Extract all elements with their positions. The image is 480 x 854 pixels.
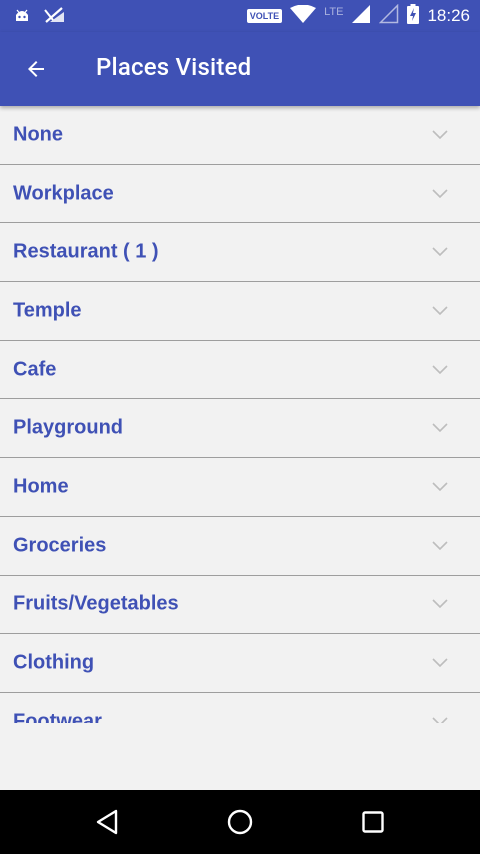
chevron-down-icon	[432, 541, 448, 550]
place-row-clothing[interactable]: Clothing	[0, 634, 480, 693]
chevron-down-icon	[432, 599, 448, 609]
place-row-playground[interactable]: Playground	[0, 399, 480, 459]
place-row-footwear[interactable]: Footwear	[0, 693, 480, 723]
place-row-workplace[interactable]: Workplace	[0, 165, 480, 224]
back-triangle-icon	[96, 809, 118, 835]
android-notification-icon	[14, 8, 30, 27]
place-label: None	[13, 123, 63, 146]
place-row-cafe[interactable]: Cafe	[0, 341, 480, 400]
chevron-down-icon	[432, 130, 448, 139]
chevron-down-icon	[432, 365, 448, 374]
recents-square-icon	[362, 811, 384, 833]
place-label: Groceries	[13, 534, 107, 557]
place-label: Clothing	[13, 651, 95, 674]
place-label: Playground	[13, 416, 124, 439]
place-label: Footwear	[13, 710, 102, 723]
chevron-down-icon	[432, 188, 448, 198]
place-row-none[interactable]: None	[0, 106, 480, 165]
place-label: Workplace	[13, 182, 114, 205]
wifi-icon	[290, 4, 317, 27]
cell-signal-empty-icon	[379, 3, 399, 28]
status-bar-left	[14, 6, 66, 28]
chevron-down-icon	[432, 247, 448, 257]
chevron-down-icon	[432, 482, 448, 492]
nav-recents-button[interactable]	[357, 806, 389, 838]
place-label: Temple	[13, 299, 82, 322]
chevron-down-icon	[432, 658, 448, 668]
chevron-down-icon	[432, 717, 448, 723]
status-bar: VOLTE LTE 18:26	[0, 0, 480, 32]
home-circle-icon	[227, 809, 253, 835]
status-bar-right: VOLTE LTE 18:26	[246, 3, 470, 28]
place-row-restaurant[interactable]: Restaurant ( 1 )	[0, 223, 480, 283]
place-row-groceries[interactable]: Groceries	[0, 517, 480, 576]
place-row-fruits-vegetables[interactable]: Fruits/Vegetables	[0, 576, 480, 635]
page-title: Places Visited	[96, 53, 252, 81]
arrow-back-icon	[28, 61, 44, 77]
volte-badge: VOLTE	[246, 9, 283, 23]
battery-charging-icon	[407, 4, 420, 28]
back-button[interactable]	[18, 51, 54, 87]
place-row-temple[interactable]: Temple	[0, 282, 480, 341]
chevron-down-icon	[432, 423, 448, 433]
network-type-label: LTE	[324, 6, 344, 18]
place-label: Cafe	[13, 358, 57, 381]
place-label: Restaurant ( 1 )	[13, 240, 159, 263]
signal-off-icon	[44, 6, 66, 28]
place-label: Home	[13, 475, 69, 498]
place-row-home[interactable]: Home	[0, 458, 480, 517]
system-nav-bar	[0, 790, 480, 854]
cell-signal-icon	[351, 4, 371, 28]
app-bar: Places Visited	[0, 32, 480, 106]
places-list[interactable]: None Workplace Restaurant ( 1 ) Temple C…	[0, 106, 480, 723]
clock-time: 18:26	[427, 6, 470, 25]
place-label: Fruits/Vegetables	[13, 592, 179, 615]
chevron-down-icon	[432, 306, 448, 316]
nav-back-button[interactable]	[91, 806, 123, 838]
nav-home-button[interactable]	[224, 806, 256, 838]
